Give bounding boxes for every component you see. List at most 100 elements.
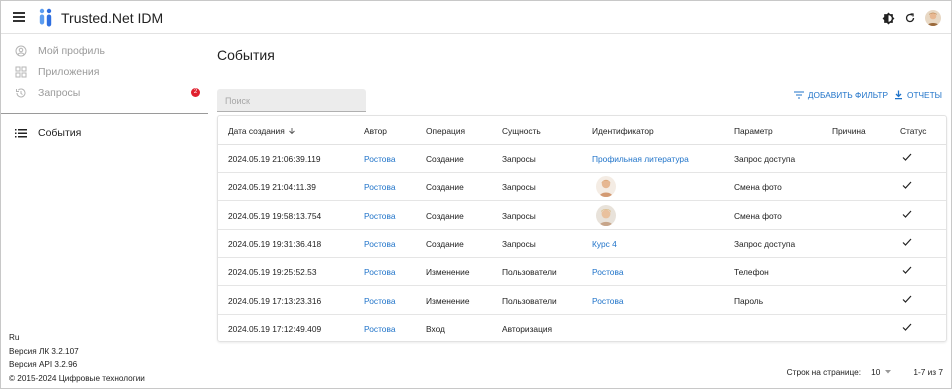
status-check-icon [902,266,912,277]
reports-label: ОТЧЕТЫ [907,90,942,100]
table-row[interactable]: 2024.05.19 21:04:11.39 Ростова Создание Зап… [218,173,946,202]
sidebar-item-events[interactable]: События [14,125,200,141]
cell-operation: Изменение [426,295,470,306]
user-circle-icon [14,45,27,58]
cell-date: 2024.05.19 19:58:13.754 [228,210,322,221]
table-header: Дата создания Автор Операция Сущность Ид… [218,116,946,145]
sidebar-item-label: Мой профиль [38,45,105,57]
identifier-link[interactable]: Курс 4 [592,239,617,249]
cell-date: 2024.05.19 17:12:49.409 [228,323,322,334]
sort-arrow-down-icon [288,128,295,135]
cell-parameter: Запрос доступа [734,154,796,164]
sidebar-item-label: Приложения [38,66,100,78]
author-link[interactable]: Ростова [364,267,395,277]
dropdown-arrow-icon [885,370,892,374]
cell-entity: Авторизация [502,323,553,334]
cell-entity: Пользователи [502,267,557,278]
column-header-reason[interactable]: Причина [832,126,866,136]
cell-parameter: Смена фото [734,182,782,193]
pagination-range: 1-7 из 7 [913,367,943,377]
list-icon [14,127,27,140]
pagination: Строк на странице: 10 1-7 из 7 [787,367,943,377]
author-link[interactable]: Ростова [364,296,395,306]
cell-operation: Вход [426,323,445,334]
app-title: Trusted.Net IDM [61,10,164,26]
column-header-entity[interactable]: Сущность [502,126,541,136]
cell-entity: Запросы [502,238,536,249]
table-row[interactable]: 2024.05.19 19:31:36.418 Ростова Создание За… [218,230,946,258]
cell-date: 2024.05.19 19:31:36.418 [228,238,322,249]
sidebar-item-requests[interactable]: Запросы 2 [14,85,200,101]
table-row[interactable]: 2024.05.19 17:13:23.316 Ростова Изменение П… [218,287,946,315]
cell-date: 2024.05.19 21:06:39.119 [228,154,321,164]
author-link[interactable]: Ростова [364,211,395,221]
cell-entity: Запросы [502,154,536,164]
notification-badge: 2 [191,88,200,97]
add-filter-button[interactable]: ДОБАВИТЬ ФИЛЬТР [793,90,888,100]
cell-operation: Создание [426,210,464,221]
author-link[interactable]: Ростова [364,324,395,334]
search-input[interactable]: Поиск [217,89,366,112]
sidebar-item-profile[interactable]: Мой профиль [14,43,200,59]
page-title: События [217,47,275,63]
column-header-parameter[interactable]: Параметр [734,126,773,136]
cell-operation: Создание [426,238,464,249]
author-link[interactable]: Ростова [364,182,395,192]
cell-operation: Создание [426,154,464,164]
status-check-icon [902,323,912,334]
language-switch[interactable]: Ru [9,331,145,345]
status-check-icon [902,210,912,221]
column-header-operation[interactable]: Операция [426,126,465,136]
app-logo-icon [39,8,52,27]
cell-parameter: Смена фото [734,210,782,221]
rows-per-page-select[interactable]: 10 [871,367,892,377]
cell-parameter: Пароль [734,295,764,306]
cell-entity: Пользователи [502,295,557,306]
column-header-author[interactable]: Автор [364,126,387,136]
table-row[interactable]: 2024.05.19 19:25:52.53 Ростова Изменение По… [218,258,946,287]
identifier-link[interactable]: Профильная литература [592,154,689,164]
table-row[interactable]: 2024.05.19 19:58:13.754 Ростова Создание За… [218,202,946,230]
apps-grid-icon [14,66,27,79]
cell-date: 2024.05.19 17:13:23.316 [228,295,322,306]
top-app-bar: Trusted.Net IDM [1,1,951,34]
cell-entity: Запросы [502,182,536,193]
version-api: Версия API 3.2.96 [9,360,78,369]
table-row[interactable]: 2024.05.19 21:06:39.119 Ростова Создание За… [218,145,946,173]
cell-date: 2024.05.19 19:25:52.53 [228,267,317,278]
status-check-icon [902,238,912,249]
sidebar-item-label: Запросы [38,87,81,99]
user-avatar[interactable] [925,10,941,26]
filter-icon [793,91,804,99]
column-header-date[interactable]: Дата создания [228,126,296,136]
sidebar-footer: Ru Версия ЛК 3.2.107 Версия API 3.2.96 ©… [9,331,145,385]
status-check-icon [902,153,912,164]
status-check-icon [902,295,912,306]
table-row[interactable]: 2024.05.19 17:12:49.409 Ростова Вход Автори… [218,315,946,343]
reports-button[interactable]: ОТЧЕТЫ [894,90,942,100]
identifier-photo[interactable] [596,204,616,226]
add-filter-label: ДОБАВИТЬ ФИЛЬТР [807,90,888,100]
version-lk: Версия ЛК 3.2.107 [9,346,79,356]
identifier-link[interactable]: Ростова [592,296,623,306]
cell-parameter: Запрос доступа [734,238,796,249]
author-link[interactable]: Ростова [364,154,395,164]
download-icon [895,90,902,100]
sidebar-item-apps[interactable]: Приложения [14,64,200,80]
sidebar-item-label: События [38,127,82,139]
column-header-status[interactable]: Статус [900,126,926,136]
cell-parameter: Телефон [734,267,769,278]
hamburger-menu-icon[interactable] [13,12,25,22]
identifier-link[interactable]: Ростова [592,267,623,277]
identifier-photo[interactable] [596,176,616,198]
author-link[interactable]: Ростова [364,239,395,249]
cell-date: 2024.05.19 21:04:11.39 [228,182,316,193]
refresh-icon[interactable] [904,12,916,24]
column-header-identifier[interactable]: Идентификатор [592,126,654,136]
history-icon [14,87,27,100]
sidebar: Мой профиль Приложения Запросы 2 События… [1,35,208,388]
cell-entity: Запросы [502,210,536,221]
theme-toggle-icon[interactable] [882,12,895,25]
sidebar-divider [1,113,208,114]
cell-operation: Создание [426,182,464,193]
